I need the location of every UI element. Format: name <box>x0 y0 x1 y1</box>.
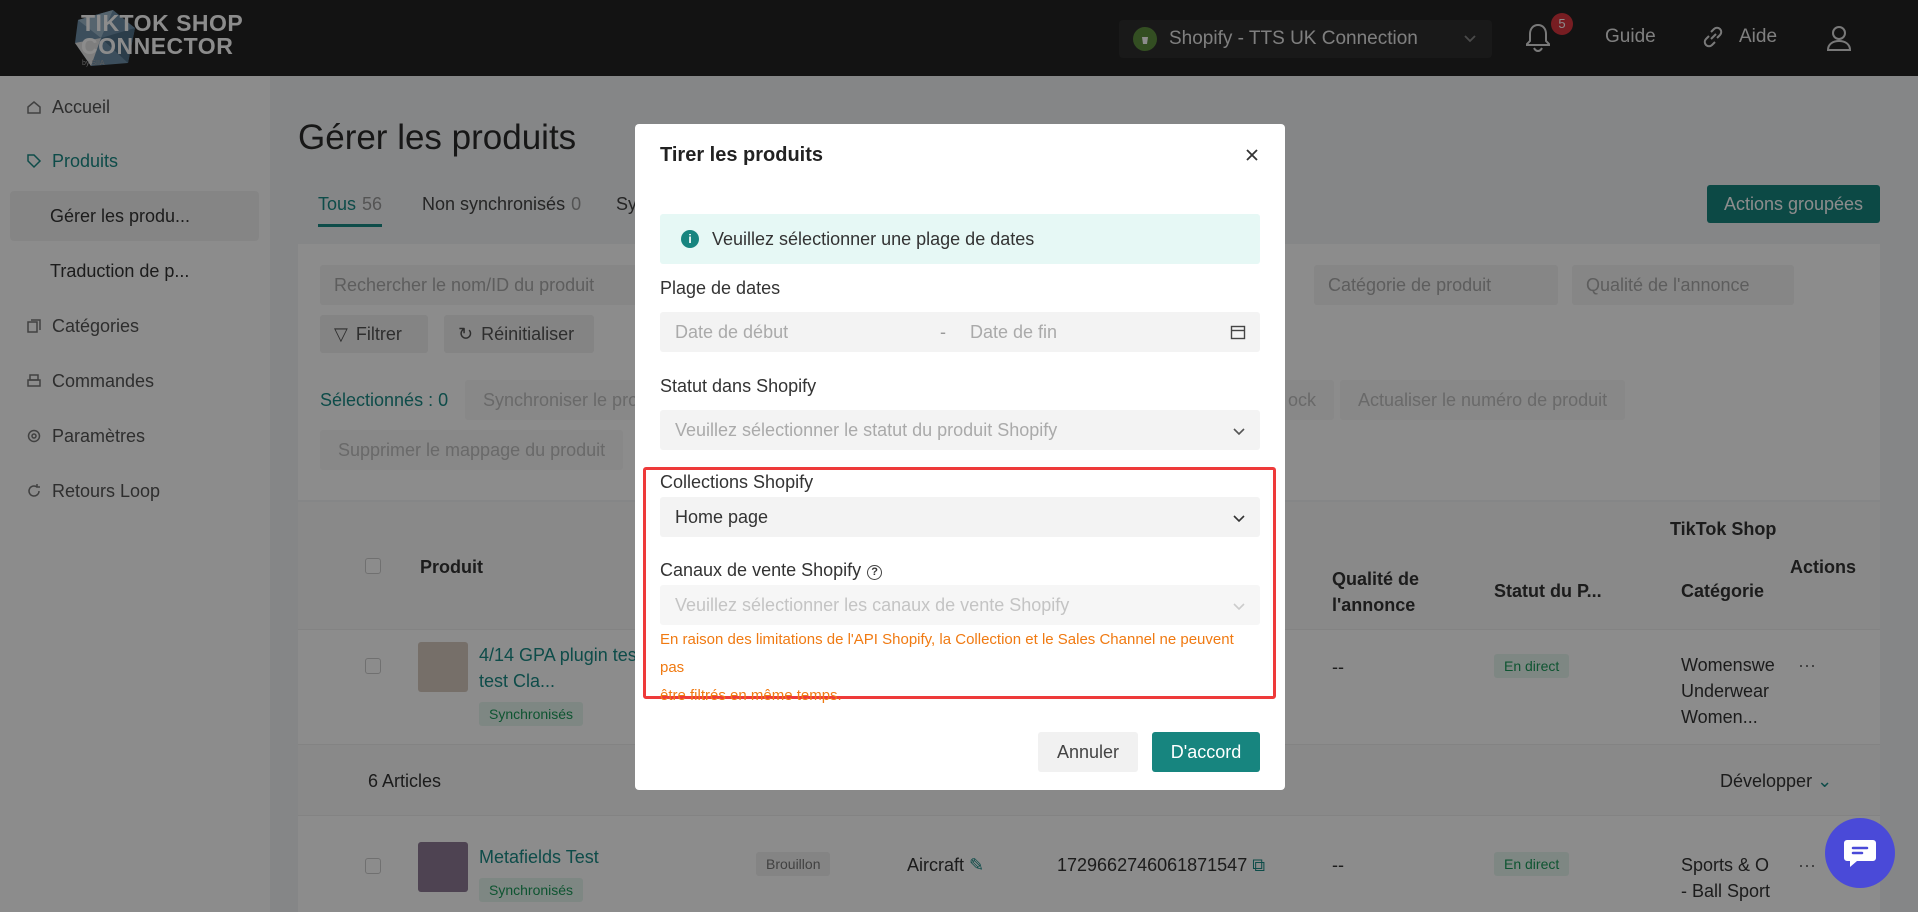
info-alert: i Veuillez sélectionner une plage de dat… <box>660 214 1260 264</box>
chat-icon <box>1844 840 1876 867</box>
close-icon[interactable] <box>1243 146 1261 164</box>
chat-button[interactable] <box>1825 818 1895 888</box>
shopify-status-label: Statut dans Shopify <box>660 376 817 396</box>
chevron-down-icon <box>1233 603 1245 611</box>
shopify-collections-label: Collections Shopify <box>660 472 814 492</box>
warning-text: En raison des limitations de l'API Shopi… <box>660 631 1234 704</box>
calendar-icon <box>1230 325 1246 340</box>
info-icon: i <box>681 230 699 248</box>
date-start-input[interactable]: Date de début <box>675 322 788 343</box>
shopify-channels-select[interactable]: Veuillez sélectionner les canaux de vent… <box>660 585 1260 625</box>
date-range-picker[interactable]: Date de début - Date de fin <box>660 312 1260 352</box>
shopify-collections-select[interactable]: Home page <box>660 497 1260 537</box>
date-separator: - <box>940 321 946 342</box>
shopify-channels-label: Canaux de vente Shopify? <box>660 560 883 581</box>
modal-title: Tirer les produits <box>660 144 824 166</box>
chevron-down-icon <box>1233 428 1245 436</box>
ok-button[interactable]: D'accord <box>1152 732 1260 772</box>
date-end-input[interactable]: Date de fin <box>970 322 1057 343</box>
help-icon[interactable]: ? <box>867 565 883 580</box>
date-range-label: Plage de dates <box>660 278 781 298</box>
cancel-button[interactable]: Annuler <box>1038 732 1138 772</box>
shopify-status-select[interactable]: Veuillez sélectionner le statut du produ… <box>660 410 1260 450</box>
chevron-down-icon <box>1233 515 1245 523</box>
pull-products-modal: Tirer les produits i Veuillez sélectionn… <box>635 124 1285 790</box>
